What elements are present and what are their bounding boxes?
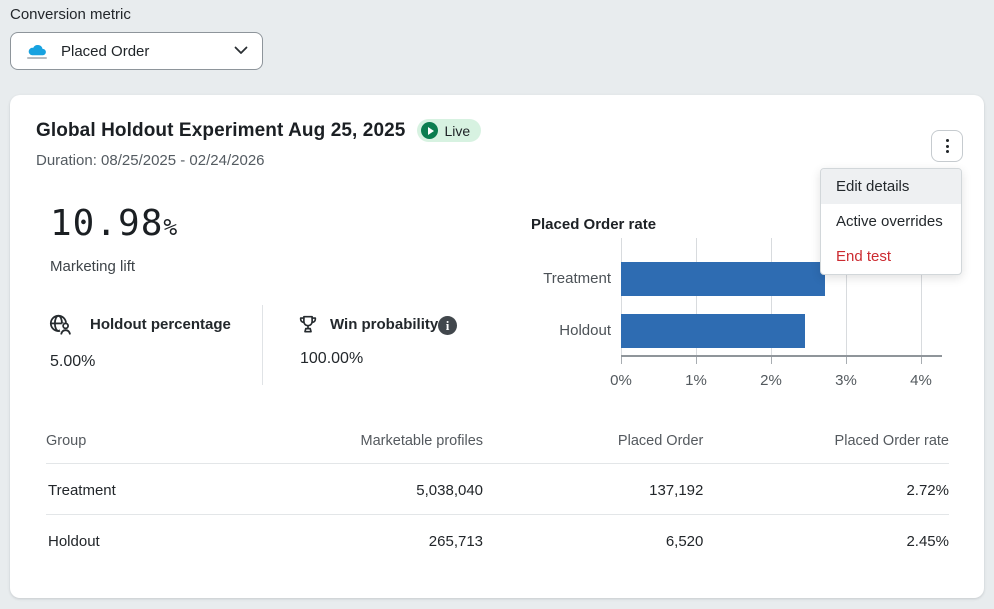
- header-group: Group: [46, 427, 317, 464]
- cell-placed-order-rate: 2.45%: [703, 515, 949, 566]
- kebab-icon: [946, 139, 949, 142]
- stat-divider: [262, 305, 263, 385]
- x-tick-2: 2%: [734, 372, 808, 389]
- win-probability-value: 100.00%: [300, 350, 363, 368]
- globe-person-icon: [48, 313, 73, 343]
- holdout-percentage-label: Holdout percentage: [90, 316, 231, 333]
- live-status-badge: Live: [417, 119, 481, 142]
- x-tick-0: 0%: [584, 372, 658, 389]
- category-label-treatment: Treatment: [510, 270, 611, 287]
- live-badge-label: Live: [444, 123, 470, 139]
- menu-item-active-overrides[interactable]: Active overrides: [821, 204, 961, 239]
- cell-placed-order: 137,192: [483, 464, 703, 515]
- x-axis-line: [621, 355, 942, 357]
- cell-placed-order: 6,520: [483, 515, 703, 566]
- conversion-metric-label: Conversion metric: [10, 6, 131, 23]
- win-probability-label: Win probability: [330, 316, 438, 333]
- metric-source-logo-icon: [25, 43, 49, 59]
- experiment-title: Global Holdout Experiment Aug 25, 2025: [36, 120, 405, 142]
- table-header-row: Group Marketable profiles Placed Order P…: [46, 427, 949, 464]
- marketing-lift-label: Marketing lift: [50, 258, 135, 275]
- category-label-holdout: Holdout: [510, 322, 611, 339]
- cell-marketable-profiles: 265,713: [317, 515, 483, 566]
- header-placed-order: Placed Order: [483, 427, 703, 464]
- chart-title: Placed Order rate: [531, 216, 656, 233]
- x-tick-3: 3%: [809, 372, 883, 389]
- cell-group: Holdout: [46, 515, 317, 566]
- bar-holdout: [621, 314, 805, 348]
- results-table: Group Marketable profiles Placed Order P…: [46, 427, 949, 565]
- experiment-card: Global Holdout Experiment Aug 25, 2025 L…: [10, 95, 984, 598]
- cell-placed-order-rate: 2.72%: [703, 464, 949, 515]
- cell-marketable-profiles: 5,038,040: [317, 464, 483, 515]
- actions-menu: Edit details Active overrides End test: [820, 168, 962, 275]
- holdout-percentage-value: 5.00%: [50, 353, 95, 371]
- table-row-holdout: Holdout 265,713 6,520 2.45%: [46, 515, 949, 566]
- selected-metric-text: Placed Order: [61, 43, 234, 60]
- play-icon: [421, 122, 438, 139]
- menu-item-end-test[interactable]: End test: [821, 239, 961, 274]
- marketing-lift-value: 10.98%: [50, 203, 178, 244]
- chevron-down-icon: [234, 42, 248, 60]
- header-placed-order-rate: Placed Order rate: [703, 427, 949, 464]
- info-icon[interactable]: i: [438, 316, 457, 335]
- cell-group: Treatment: [46, 464, 317, 515]
- menu-item-edit-details[interactable]: Edit details: [821, 169, 961, 204]
- header-marketable-profiles: Marketable profiles: [317, 427, 483, 464]
- x-tick-1: 1%: [659, 372, 733, 389]
- trophy-icon: [297, 313, 319, 341]
- more-options-button[interactable]: [931, 130, 963, 162]
- experiment-duration: Duration: 08/25/2025 - 02/24/2026: [36, 152, 265, 169]
- bar-treatment: [621, 262, 825, 296]
- conversion-metric-select[interactable]: Placed Order: [10, 32, 263, 70]
- table-row-treatment: Treatment 5,038,040 137,192 2.72%: [46, 464, 949, 515]
- x-tick-4: 4%: [884, 372, 958, 389]
